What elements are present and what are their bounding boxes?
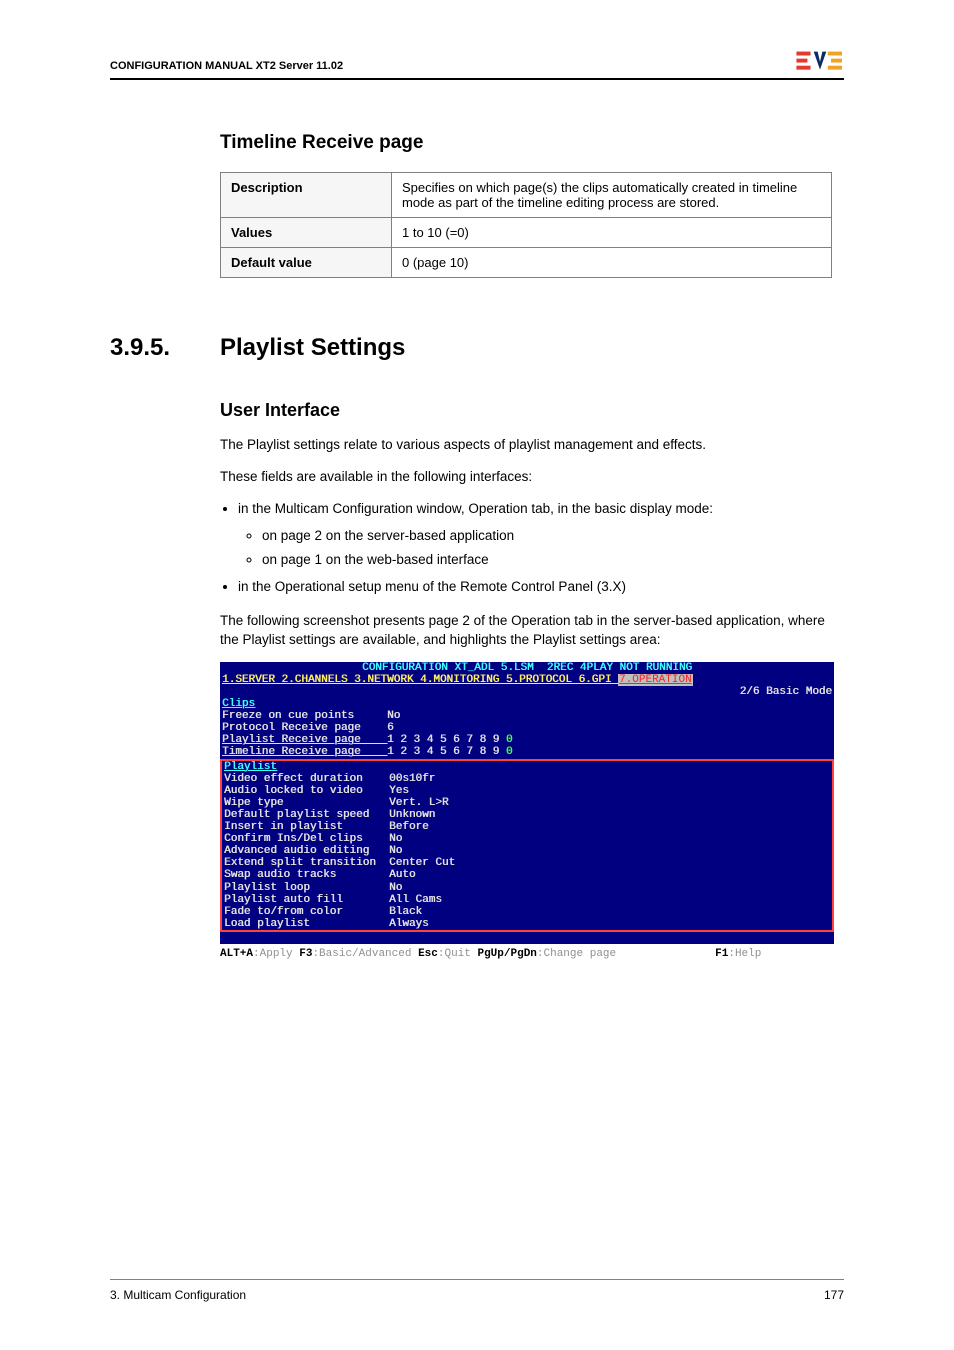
terminal-row: Swap audio tracks Auto bbox=[222, 869, 832, 881]
evs-logo-icon bbox=[796, 50, 844, 72]
subsection-title: User Interface bbox=[220, 400, 844, 421]
list-item: in the Operational setup menu of the Rem… bbox=[238, 578, 838, 597]
terminal-footer: ALT+A:Apply F3:Basic/Advanced Esc:Quit P… bbox=[220, 948, 844, 960]
paragraph: These fields are available in the follow… bbox=[220, 467, 832, 487]
terminal-row: Timeline Receive page 1 2 3 4 5 6 7 8 9 … bbox=[220, 746, 834, 758]
terminal-row: Fade to/from color Black bbox=[222, 906, 832, 918]
terminal-row: Advanced audio editing No bbox=[222, 845, 832, 857]
terminal-row: Insert in playlist Before bbox=[222, 821, 832, 833]
param-value: 1 to 10 (=0) bbox=[392, 218, 832, 248]
table-row: Values 1 to 10 (=0) bbox=[221, 218, 832, 248]
terminal-tabs: 1.SERVER 2.CHANNELS 3.NETWORK 4.MONITORI… bbox=[220, 674, 834, 686]
list-item: on page 2 on the server-based applicatio… bbox=[262, 527, 838, 546]
parameter-table: Description Specifies on which page(s) t… bbox=[220, 172, 832, 278]
terminal-row: Default playlist speed Unknown bbox=[222, 809, 832, 821]
paragraph: The Playlist settings relate to various … bbox=[220, 435, 832, 455]
terminal-row: Freeze on cue points No bbox=[220, 710, 834, 722]
table-row: Default value 0 (page 10) bbox=[221, 248, 832, 278]
list-item: on page 1 on the web-based interface bbox=[262, 551, 838, 570]
terminal-mode: 2/6 Basic Mode bbox=[220, 686, 834, 698]
footer-left: 3. Multicam Configuration bbox=[110, 1288, 246, 1302]
spacer bbox=[220, 932, 834, 944]
param-label: Values bbox=[221, 218, 392, 248]
param-label: Description bbox=[221, 173, 392, 218]
terminal-row: Confirm Ins/Del clips No bbox=[222, 833, 832, 845]
terminal-screenshot: CONFIGURATION XT_ADL 5.LSM 2REC 4PLAY NO… bbox=[220, 662, 834, 944]
terminal-row: Playlist loop No bbox=[222, 882, 832, 894]
footer-right: 177 bbox=[824, 1288, 844, 1302]
clips-header: Clips bbox=[222, 698, 255, 710]
terminal-row: Playlist Receive page 1 2 3 4 5 6 7 8 9 … bbox=[220, 734, 834, 746]
param-value: Specifies on which page(s) the clips aut… bbox=[392, 173, 832, 218]
terminal-title: CONFIGURATION XT_ADL 5.LSM 2REC 4PLAY NO… bbox=[220, 662, 834, 674]
bullet-sublist: on page 2 on the server-based applicatio… bbox=[238, 527, 838, 571]
terminal-row: Wipe type Vert. L>R bbox=[222, 797, 832, 809]
page-footer: 3. Multicam Configuration 177 bbox=[110, 1279, 844, 1302]
terminal-row: Extend split transition Center Cut bbox=[222, 857, 832, 869]
bullet-list: in the Multicam Configuration window, Op… bbox=[220, 500, 838, 598]
terminal-row: Load playlist Always bbox=[222, 918, 832, 930]
terminal-row: Audio locked to video Yes bbox=[222, 785, 832, 797]
paragraph: The following screenshot presents page 2… bbox=[220, 611, 832, 650]
terminal-row: Playlist auto fill All Cams bbox=[222, 894, 832, 906]
header-title: CONFIGURATION MANUAL XT2 Server 11.02 bbox=[110, 60, 343, 72]
section-title: Timeline Receive page bbox=[220, 132, 844, 154]
terminal-row: Protocol Receive page 6 bbox=[220, 722, 834, 734]
terminal-row: Video effect duration 00s10fr bbox=[222, 773, 832, 785]
list-item: in the Multicam Configuration window, Op… bbox=[238, 500, 838, 571]
page-header: CONFIGURATION MANUAL XT2 Server 11.02 bbox=[110, 50, 844, 80]
chapter-number: 3.9.5. bbox=[110, 334, 220, 362]
param-value: 0 (page 10) bbox=[392, 248, 832, 278]
table-row: Description Specifies on which page(s) t… bbox=[221, 173, 832, 218]
list-item-text: in the Multicam Configuration window, Op… bbox=[238, 501, 713, 516]
param-label: Default value bbox=[221, 248, 392, 278]
playlist-header: Playlist bbox=[224, 761, 277, 773]
playlist-highlight-box: Playlist Video effect duration 00s10frAu… bbox=[220, 759, 834, 932]
chapter-heading: 3.9.5. Playlist Settings bbox=[110, 334, 844, 362]
chapter-title: Playlist Settings bbox=[220, 334, 405, 362]
